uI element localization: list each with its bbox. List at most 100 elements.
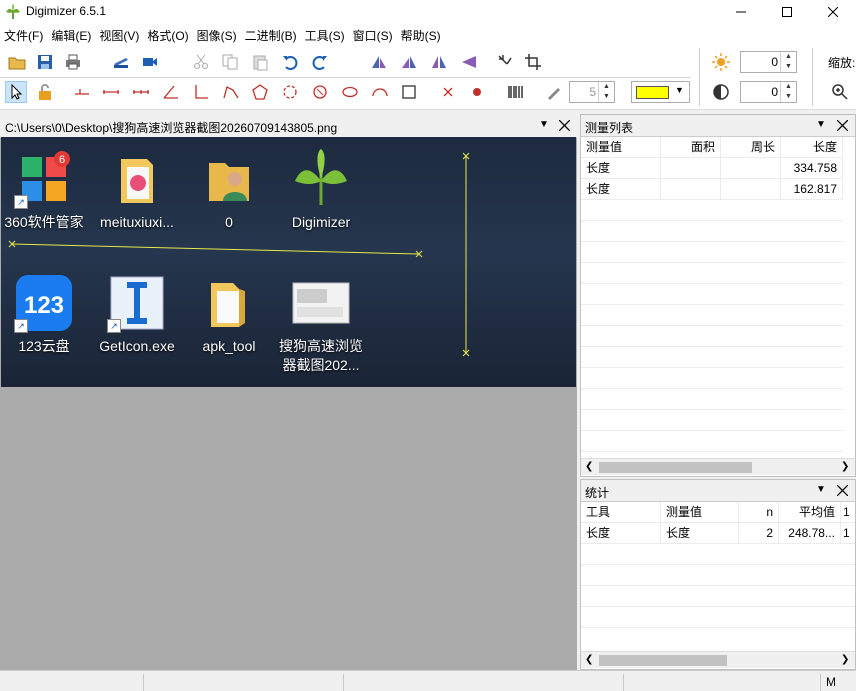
save-button[interactable] — [34, 51, 56, 73]
barcode-button[interactable] — [505, 81, 527, 103]
undo-button[interactable] — [279, 51, 301, 73]
contrast-icon-wrap — [710, 81, 732, 103]
flip-horizontal-button[interactable] — [428, 51, 450, 73]
column-header[interactable]: 面积 — [661, 137, 721, 158]
table-cell: 2 — [739, 523, 779, 544]
close-button[interactable] — [810, 0, 856, 24]
marker-tool-button[interactable] — [71, 81, 93, 103]
line-width-spinner[interactable]: 5 ▲ ▼ — [569, 81, 615, 103]
ellipse-tool-button[interactable] — [339, 81, 361, 103]
panel-menu-icon[interactable]: ▼ — [816, 484, 826, 495]
scrollbar-thumb[interactable] — [599, 655, 727, 666]
line-width-spin-arrows[interactable]: ▲ ▼ — [598, 82, 614, 102]
polygon-tool-button[interactable] — [249, 81, 271, 103]
close-panel-icon[interactable] — [559, 120, 570, 131]
calibrate-button[interactable] — [494, 51, 516, 73]
column-header[interactable]: 工具 — [581, 502, 661, 523]
menu-help[interactable]: 帮助(S) — [400, 27, 448, 44]
spin-down-icon[interactable]: ▼ — [781, 62, 796, 72]
scanner-button[interactable] — [110, 51, 132, 73]
image-canvas[interactable]: 6 ↗ 360软件管家 meituxiuxi... 0 Digimizer 12… — [1, 137, 576, 387]
circle-points-tool-button[interactable] — [279, 81, 301, 103]
cursor-arrow-icon — [11, 83, 23, 100]
scroll-left-icon[interactable]: ❮ — [585, 461, 593, 472]
spin-down-icon[interactable]: ▼ — [599, 92, 614, 102]
paste-button[interactable] — [249, 51, 271, 73]
horizontal-scrollbar[interactable]: ❮ ❯ — [581, 651, 855, 668]
brightness-spin-arrows[interactable]: ▲ ▼ — [780, 52, 796, 72]
menu-window[interactable]: 窗口(S) — [352, 27, 400, 44]
column-header[interactable]: 测量值 — [661, 502, 739, 523]
lock-button[interactable] — [34, 81, 56, 103]
digimizer-logo-icon — [6, 4, 20, 19]
zoom-in-button[interactable] — [829, 81, 851, 103]
menu-file[interactable]: 文件(F) — [3, 27, 50, 44]
menu-edit[interactable]: 编辑(E) — [50, 27, 98, 44]
redo-button[interactable] — [309, 51, 331, 73]
copy-button[interactable] — [219, 51, 241, 73]
multi-line-tool-button[interactable] — [130, 81, 152, 103]
select-tool-button[interactable] — [5, 81, 27, 103]
minimize-button[interactable] — [718, 0, 764, 24]
line-width-button[interactable] — [543, 81, 565, 103]
table-row[interactable]: 长度 长度 2 248.78... 1 — [581, 523, 855, 544]
polyline-tool-button[interactable] — [220, 81, 242, 103]
circle-center-tool-button[interactable] — [309, 81, 331, 103]
crop-button[interactable] — [522, 51, 544, 73]
status-divider — [143, 674, 144, 691]
point-tool-button[interactable] — [466, 81, 488, 103]
column-header[interactable]: 平均值 — [779, 502, 841, 523]
rectangle-tool-button[interactable] — [398, 81, 420, 103]
panel-menu-icon[interactable]: ▼ — [816, 119, 826, 130]
measurement-line-horizontal[interactable] — [11, 243, 420, 255]
flip-vertical-button[interactable] — [458, 51, 480, 73]
table-row[interactable]: 长度 162.817 — [581, 179, 843, 200]
close-panel-icon[interactable] — [837, 120, 848, 131]
flip-right-button[interactable] — [398, 51, 420, 73]
chevron-down-icon: ▼ — [675, 85, 684, 95]
print-icon — [66, 54, 80, 70]
column-header[interactable]: 1 — [841, 502, 855, 523]
scrollbar-thumb[interactable] — [599, 462, 752, 473]
line-tool-button[interactable] — [100, 81, 122, 103]
angle-tool-button[interactable] — [160, 81, 182, 103]
menu-image[interactable]: 图像(S) — [196, 27, 244, 44]
contrast-spin-arrows[interactable]: ▲ ▼ — [780, 82, 796, 102]
color-picker[interactable]: ▼ — [631, 81, 690, 103]
menu-format[interactable]: 格式(O) — [146, 27, 195, 44]
close-panel-icon[interactable] — [837, 485, 848, 496]
scroll-right-icon[interactable]: ❯ — [841, 654, 849, 665]
menu-tools[interactable]: 工具(S) — [304, 27, 352, 44]
menu-view[interactable]: 视图(V) — [98, 27, 146, 44]
print-button[interactable] — [62, 51, 84, 73]
flip-left-button[interactable] — [368, 51, 390, 73]
scissors-icon — [194, 54, 208, 69]
table-header-row: 工具 测量值 n 平均值 1 — [581, 502, 855, 523]
maximize-button[interactable] — [764, 0, 810, 24]
spin-down-icon[interactable]: ▼ — [781, 92, 796, 102]
column-header[interactable]: n — [739, 502, 779, 523]
delete-object-button[interactable] — [437, 81, 459, 103]
pen-icon — [548, 88, 560, 100]
menu-binary[interactable]: 二进制(B) — [244, 27, 304, 44]
panel-menu-icon[interactable]: ▼ — [539, 119, 549, 130]
arc-tool-button[interactable] — [369, 81, 391, 103]
redo-icon — [312, 56, 327, 70]
camera-button[interactable] — [139, 51, 161, 73]
brightness-spinner[interactable]: 0 ▲ ▼ — [740, 51, 797, 73]
column-header[interactable]: 周长 — [721, 137, 781, 158]
cut-button[interactable] — [190, 51, 212, 73]
horizontal-scrollbar[interactable]: ❮ ❯ — [581, 458, 855, 475]
column-header[interactable]: 长度 — [781, 137, 843, 158]
right-angle-tool-button[interactable] — [190, 81, 212, 103]
scroll-right-icon[interactable]: ❯ — [841, 461, 849, 472]
spin-up-icon[interactable]: ▲ — [781, 82, 796, 92]
contrast-spinner[interactable]: 0 ▲ ▼ — [740, 81, 797, 103]
open-button[interactable] — [6, 51, 28, 73]
spin-up-icon[interactable]: ▲ — [599, 82, 614, 92]
spin-up-icon[interactable]: ▲ — [781, 52, 796, 62]
scroll-left-icon[interactable]: ❮ — [585, 654, 593, 665]
contrast-value: 0 — [771, 85, 778, 99]
table-row[interactable]: 长度 334.758 — [581, 158, 843, 179]
column-header[interactable]: 测量值 — [581, 137, 661, 158]
